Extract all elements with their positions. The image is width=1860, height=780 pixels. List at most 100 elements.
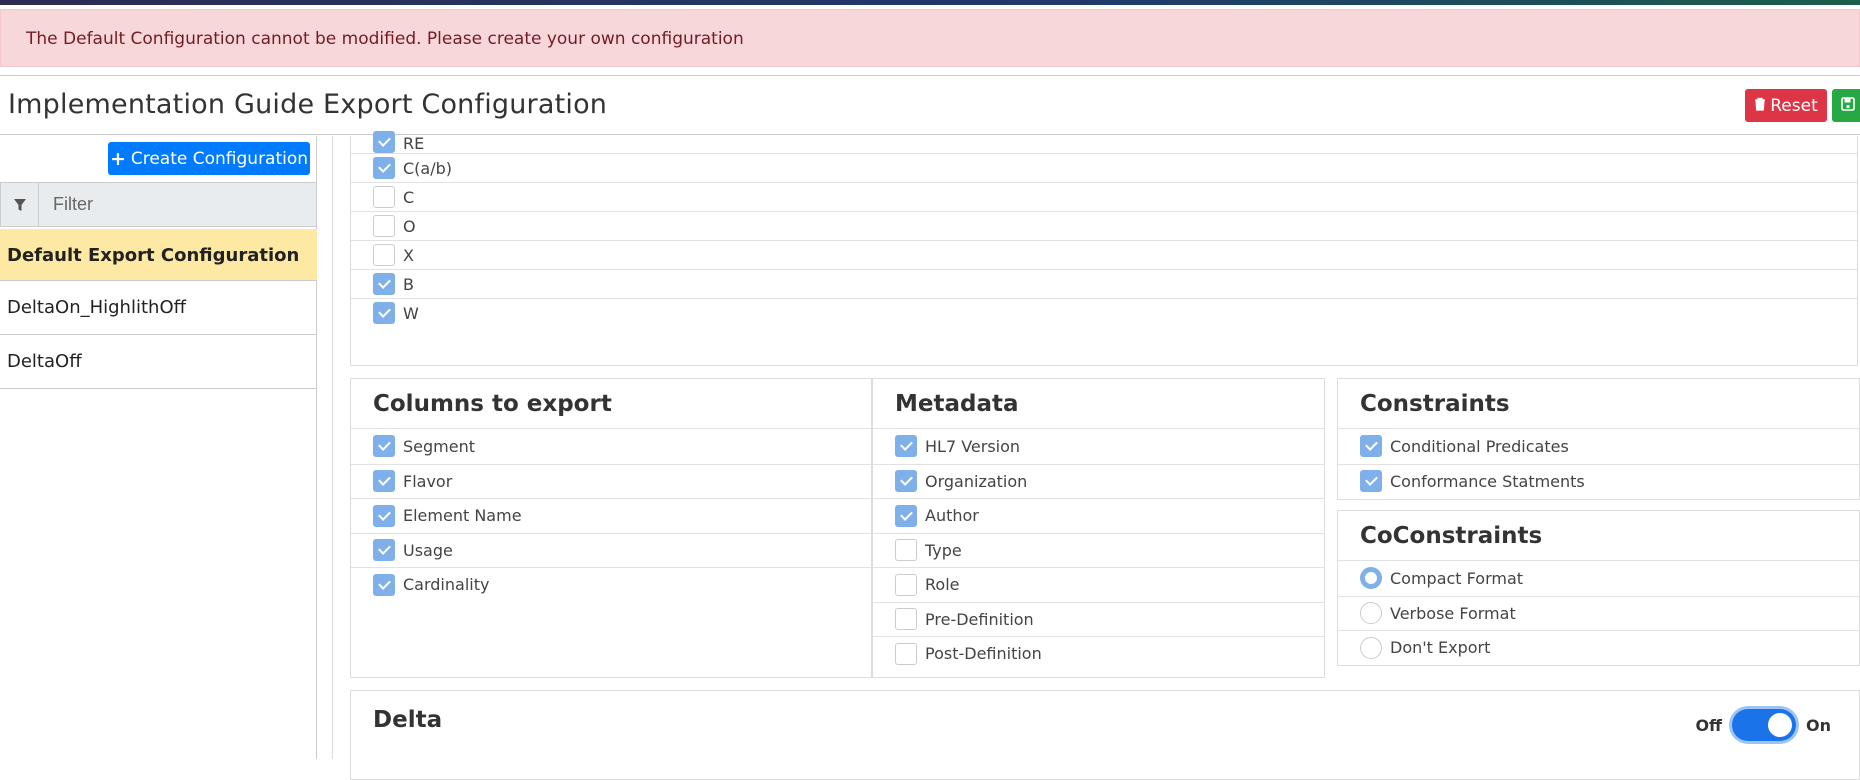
checkbox-label: Usage <box>403 540 453 560</box>
radio-unselected[interactable] <box>1360 602 1382 625</box>
checkbox-checked[interactable] <box>1360 470 1382 493</box>
checkbox-label: Conformance Statments <box>1390 471 1585 491</box>
usage-row[interactable]: W <box>351 298 1857 327</box>
checkbox-label: Post-Definition <box>925 644 1042 664</box>
usage-row[interactable]: B <box>351 269 1857 298</box>
configuration-item[interactable]: DeltaOn_HighlithOff <box>0 281 317 335</box>
checkbox-checked[interactable] <box>373 504 395 527</box>
usage-label: O <box>403 216 416 236</box>
checkbox-label: Flavor <box>403 471 453 491</box>
create-configuration-button[interactable]: + Create Configuration <box>108 142 310 175</box>
usage-row[interactable]: O <box>351 211 1857 240</box>
checkbox-label: Type <box>925 540 962 560</box>
checkbox-row[interactable]: Conformance Statments <box>1338 463 1859 499</box>
checkbox-checked[interactable] <box>895 504 917 527</box>
alert-banner: The Default Configuration cannot be modi… <box>0 9 1860 67</box>
checkbox-label: Conditional Predicates <box>1390 436 1569 456</box>
columns-title: Columns to export <box>351 379 871 429</box>
checkbox-row[interactable]: Flavor <box>351 463 871 499</box>
checkbox-label: Element Name <box>403 506 522 526</box>
checkbox-row[interactable]: Element Name <box>351 498 871 533</box>
checkbox-row[interactable]: Role <box>873 567 1324 602</box>
radio-selected[interactable] <box>1360 567 1382 590</box>
toggle-knob <box>1768 713 1792 737</box>
configuration-list: Default Export Configuration DeltaOn_High… <box>0 229 317 389</box>
delta-toggle-group: Off On <box>1695 709 1831 741</box>
delta-toggle[interactable] <box>1732 709 1796 741</box>
radio-row[interactable]: Compact Format <box>1338 561 1859 596</box>
radio-row[interactable]: Don't Export <box>1338 630 1859 665</box>
usage-label: RE <box>403 134 425 153</box>
checkbox-checked[interactable] <box>895 470 917 493</box>
checkbox-label: HL7 Version <box>925 436 1021 456</box>
delta-on-label: On <box>1806 715 1831 735</box>
usage-row[interactable]: RE <box>351 127 1857 153</box>
coconstraints-title: CoConstraints <box>1338 511 1859 561</box>
top-accent-bar <box>0 0 1860 5</box>
checkbox-checked[interactable] <box>373 273 395 295</box>
checkbox-checked[interactable] <box>373 435 395 458</box>
checkbox-row[interactable]: Author <box>873 498 1324 533</box>
main-content: RE C(a/b) C O X B W Columns to export Segment F… <box>350 131 1860 780</box>
plus-icon: + <box>109 147 126 170</box>
radio-unselected[interactable] <box>1360 636 1382 659</box>
checkbox-label: Cardinality <box>403 575 490 595</box>
checkbox-checked[interactable] <box>373 157 395 179</box>
checkbox-unchecked[interactable] <box>895 642 917 665</box>
usage-row[interactable]: C(a/b) <box>351 153 1857 182</box>
checkbox-checked[interactable] <box>373 131 395 153</box>
save-button[interactable] <box>1832 89 1860 122</box>
delta-off-label: Off <box>1695 715 1722 735</box>
checkbox-row[interactable]: HL7 Version <box>873 429 1324 464</box>
radio-row[interactable]: Verbose Format <box>1338 595 1859 631</box>
checkbox-checked[interactable] <box>373 302 395 324</box>
checkbox-checked[interactable] <box>373 573 395 596</box>
usage-label: B <box>403 274 414 294</box>
checkbox-checked[interactable] <box>895 435 917 458</box>
usage-label: C <box>403 187 415 207</box>
checkbox-unchecked[interactable] <box>895 573 917 596</box>
checkbox-row[interactable]: Pre-Definition <box>873 601 1324 637</box>
metadata-panel: Metadata HL7 Version Organization Author Ty… <box>872 378 1325 678</box>
radio-label: Verbose Format <box>1390 603 1516 623</box>
usage-row[interactable]: X <box>351 240 1857 269</box>
checkbox-checked[interactable] <box>373 539 395 562</box>
filter-group <box>0 182 317 227</box>
configuration-item[interactable]: Default Export Configuration <box>0 229 317 281</box>
usage-label: W <box>403 303 419 323</box>
checkbox-row[interactable]: Organization <box>873 463 1324 499</box>
checkbox-label: Segment <box>403 436 475 456</box>
create-configuration-label: Create Configuration <box>130 148 309 169</box>
checkbox-unchecked[interactable] <box>895 539 917 562</box>
checkbox-label: Author <box>925 506 979 526</box>
alert-message: The Default Configuration cannot be modi… <box>26 29 744 49</box>
delta-title: Delta <box>373 707 443 733</box>
page-header: Implementation Guide Export Configuratio… <box>0 75 1860 135</box>
sidebar-splitter[interactable] <box>318 136 333 759</box>
metadata-title: Metadata <box>873 379 1324 429</box>
coconstraints-panel: CoConstraints Compact Format Verbose Form… <box>1337 510 1860 666</box>
reset-label: Reset <box>1770 95 1818 116</box>
checkbox-unchecked[interactable] <box>373 186 395 208</box>
checkbox-label: Organization <box>925 471 1028 491</box>
checkbox-checked[interactable] <box>1360 435 1382 458</box>
usage-panel: RE C(a/b) C O X B W <box>350 131 1858 366</box>
checkbox-unchecked[interactable] <box>373 244 395 266</box>
configuration-sidebar: + Create Configuration Default Export Co… <box>0 136 317 759</box>
usage-row[interactable]: C <box>351 182 1857 211</box>
configuration-item[interactable]: DeltaOff <box>0 335 317 389</box>
checkbox-row[interactable]: Usage <box>351 532 871 568</box>
radio-label: Compact Format <box>1390 568 1524 588</box>
filter-input[interactable] <box>39 183 316 226</box>
checkbox-row[interactable]: Post-Definition <box>873 636 1324 671</box>
checkbox-unchecked[interactable] <box>895 608 917 631</box>
checkbox-checked[interactable] <box>373 470 395 493</box>
reset-button[interactable]: Reset <box>1745 89 1827 122</box>
checkbox-row[interactable]: Segment <box>351 429 871 464</box>
filter-icon <box>1 183 39 226</box>
checkbox-row[interactable]: Cardinality <box>351 567 871 602</box>
constraints-panel: Constraints Conditional Predicates Confor… <box>1337 378 1860 500</box>
checkbox-row[interactable]: Conditional Predicates <box>1338 429 1859 464</box>
checkbox-row[interactable]: Type <box>873 532 1324 568</box>
checkbox-unchecked[interactable] <box>373 215 395 237</box>
